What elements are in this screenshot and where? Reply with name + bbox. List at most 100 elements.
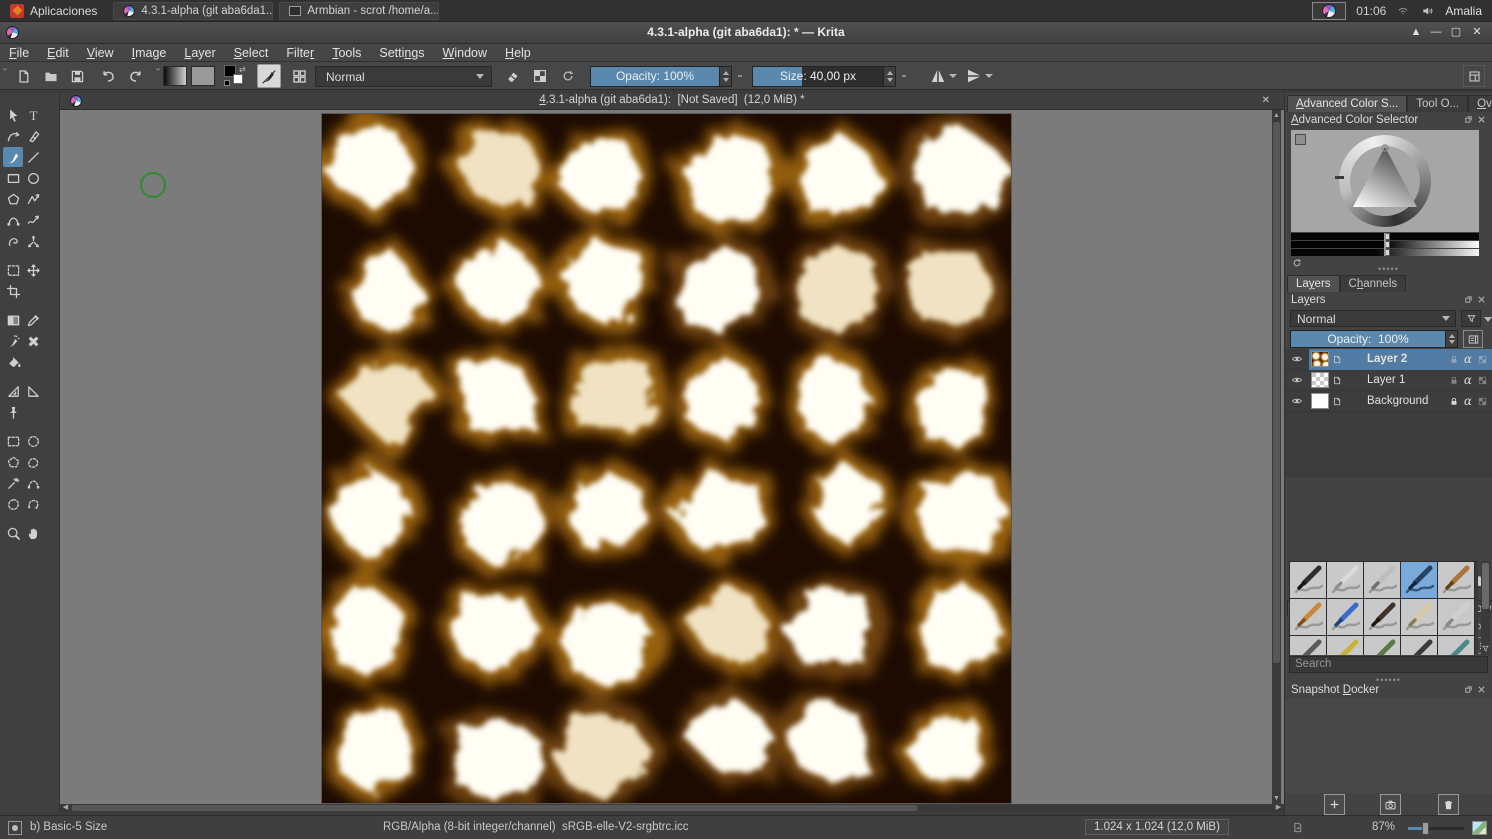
layer-row-body[interactable]: Layer 1α [1309,370,1492,391]
shade-button[interactable]: ▲ [1408,25,1424,41]
layer-row-body[interactable]: Backgroundα [1309,391,1492,412]
scroll-down-arrow[interactable]: ▼ [1273,795,1280,802]
layer-filter-caret[interactable] [1484,317,1492,322]
brush-preset-12[interactable] [1327,636,1364,655]
new-document-button[interactable] [13,66,33,86]
delete-snapshot-button[interactable] [1438,794,1459,815]
menu-window[interactable]: Window [434,45,496,61]
menu-image[interactable]: Image [123,45,176,61]
menu-filter[interactable]: Filter [277,45,323,61]
layer-lock-icon[interactable] [1449,375,1459,386]
layer-row-background[interactable]: Backgroundα [1285,391,1492,412]
layer-row-layer-1[interactable]: Layer 1α [1285,370,1492,391]
gradient-preview[interactable] [163,66,187,86]
zoom-tool[interactable] [3,523,23,543]
bezier-select-tool[interactable] [23,473,43,493]
edit-brush-settings-button[interactable] [257,64,281,88]
applications-menu[interactable]: Aplicaciones [0,0,107,22]
brush-preset-4-selected[interactable] [1401,562,1438,599]
docker-resize-handle[interactable]: ••••• [1285,266,1492,272]
blending-mode-select[interactable]: Normal [315,66,492,87]
layer-visibility-eye-icon[interactable] [1285,353,1309,365]
pattern-preview[interactable] [191,66,215,86]
layer-blend-mode-select[interactable]: Normal [1290,310,1456,327]
brush-preset-7[interactable] [1327,599,1364,636]
layer-name[interactable]: Layer 2 [1367,353,1407,365]
layer-visibility-eye-icon[interactable] [1285,395,1309,407]
redo-button[interactable] [126,66,146,86]
menu-help[interactable]: Help [496,45,540,61]
brush-preset-9[interactable] [1401,599,1438,636]
menu-view[interactable]: View [78,45,123,61]
docker-resize-handle[interactable]: •••••• [1285,677,1492,683]
slider-detach-handle[interactable] [738,75,742,77]
network-icon[interactable] [1396,4,1410,18]
calligraphy-tool[interactable] [23,126,43,146]
rect-select-tool[interactable] [3,431,23,451]
similar-select-tool[interactable] [3,473,23,493]
layer-inherit-alpha-icon[interactable] [1477,354,1488,365]
preset-search-input[interactable]: Search [1289,656,1488,673]
bezier-tool[interactable] [3,210,23,230]
reference-images-tool[interactable] [3,402,23,422]
swap-colors-icon[interactable]: ⇄ [239,65,246,74]
layer-opacity-spin[interactable] [1445,331,1457,347]
ellipse-select-tool[interactable] [23,431,43,451]
color-sampler-tool[interactable] [23,310,43,330]
canvas-viewport[interactable]: ▲ ▼ [60,110,1284,804]
reload-preset-button[interactable] [557,66,579,86]
layer-opacity-slider[interactable]: Opacity: 100% [1290,330,1458,348]
zoom-percentage[interactable]: 87% [1372,821,1395,833]
layers-tab-layers[interactable]: Layers [1287,275,1340,292]
pan-tool[interactable] [23,523,43,543]
close-docker-icon[interactable] [1477,685,1486,694]
polyline-tool[interactable] [23,189,43,209]
brush-size-slider[interactable]: Size: 40,00 px [752,66,896,87]
brush-preset-2[interactable] [1327,562,1364,599]
layer-filter-button[interactable] [1461,310,1481,327]
brush-preset-10[interactable] [1438,599,1475,636]
document-tab-label[interactable]: 4.3.1-alpha (git aba6da1): [Not Saved] (… [60,94,1284,106]
layer-alpha-icon[interactable]: α [1464,352,1472,366]
opacity-spin-buttons[interactable] [719,67,731,86]
brush-preset-8[interactable] [1364,599,1401,636]
brush-preset-13[interactable] [1364,636,1401,655]
menu-file[interactable]: File [0,45,38,61]
edit-shapes-tool[interactable] [3,126,23,146]
zoom-to-fit-icon[interactable] [1472,821,1487,835]
tray-krita-icon[interactable] [1312,2,1346,20]
horizontal-scroll-thumb[interactable] [72,805,917,811]
brush-preset-6[interactable] [1290,599,1327,636]
create-snapshot-button[interactable] [1324,794,1345,815]
assistant-tool[interactable] [3,381,23,401]
layer-thumbnail[interactable] [1311,372,1329,388]
close-docker-icon[interactable] [1477,295,1486,304]
minimize-button[interactable]: — [1428,25,1444,41]
canvas-image[interactable] [322,114,1011,803]
scroll-left-arrow[interactable]: ◀ [62,804,69,811]
snapshot-list[interactable] [1285,699,1492,793]
layer-inherit-alpha-icon[interactable] [1477,375,1488,386]
polygon-tool[interactable] [3,189,23,209]
close-button[interactable]: ✕ [1469,25,1485,41]
crop-tool[interactable] [3,281,23,301]
save-button[interactable] [67,66,87,86]
close-docker-icon[interactable] [1477,115,1486,124]
scroll-right-arrow[interactable]: ▶ [1275,804,1282,811]
measure-tool[interactable] [23,381,43,401]
mirror-horizontal-button[interactable] [928,65,960,87]
taskbar-window-1[interactable]: 4.3.1-alpha (git aba6da1... [113,2,273,20]
float-docker-icon[interactable] [1464,685,1473,694]
layers-tab-channels[interactable]: Channels [1340,275,1407,292]
current-brush-preset[interactable]: b) Basic-5 Size [30,821,107,833]
clock[interactable]: 01:06 [1356,4,1386,18]
layer-properties-button[interactable] [1463,330,1483,348]
layer-name[interactable]: Background [1367,395,1428,407]
opacity-slider[interactable]: Opacity: 100% [590,66,732,87]
freehand-path-tool[interactable] [23,210,43,230]
rectangle-tool[interactable] [3,168,23,188]
freehand-select-tool[interactable] [23,452,43,472]
ellipse-tool[interactable] [23,168,43,188]
layer-row-body[interactable]: Layer 2 α [1309,349,1492,370]
transform-tool[interactable] [3,260,23,280]
